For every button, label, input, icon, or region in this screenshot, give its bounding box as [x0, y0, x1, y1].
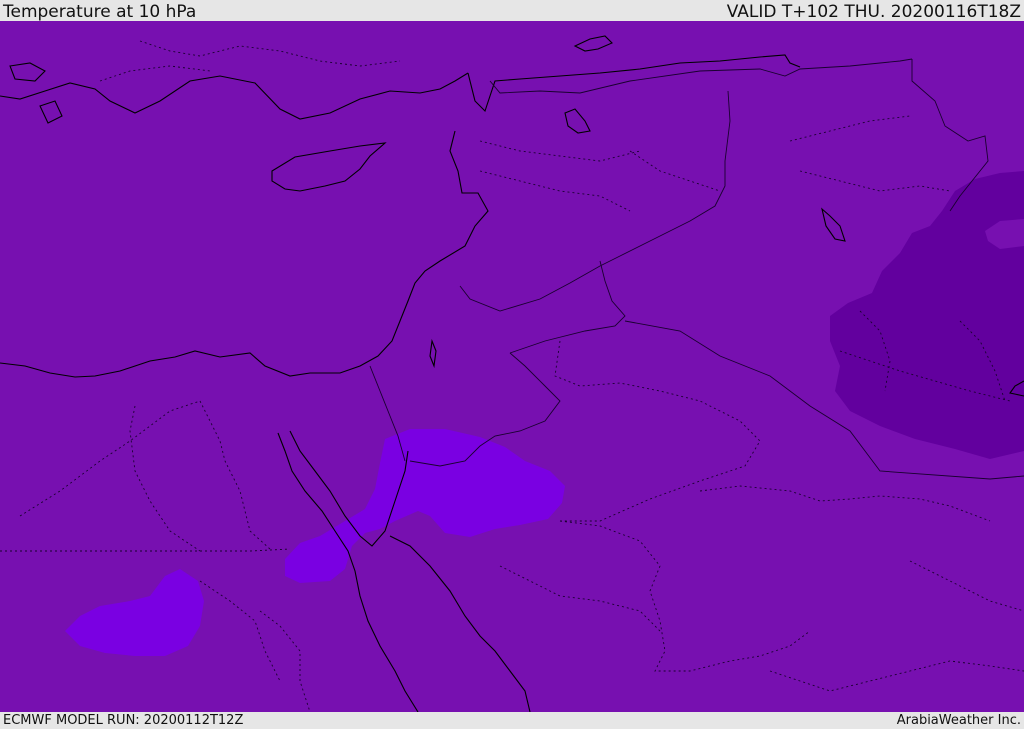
map-canvas[interactable]: [0, 21, 1024, 712]
map-title: Temperature at 10 hPa: [3, 2, 197, 22]
valid-time: VALID T+102 THU. 20200116T18Z: [726, 2, 1021, 22]
credit-label: ArabiaWeather Inc.: [896, 713, 1021, 728]
model-run-label: ECMWF MODEL RUN: 20200112T12Z: [3, 713, 244, 728]
footer-bar: ECMWF MODEL RUN: 20200112T12Z ArabiaWeat…: [0, 712, 1024, 729]
map-svg: [0, 21, 1024, 712]
header-bar: Temperature at 10 hPa VALID T+102 THU. 2…: [0, 0, 1024, 21]
